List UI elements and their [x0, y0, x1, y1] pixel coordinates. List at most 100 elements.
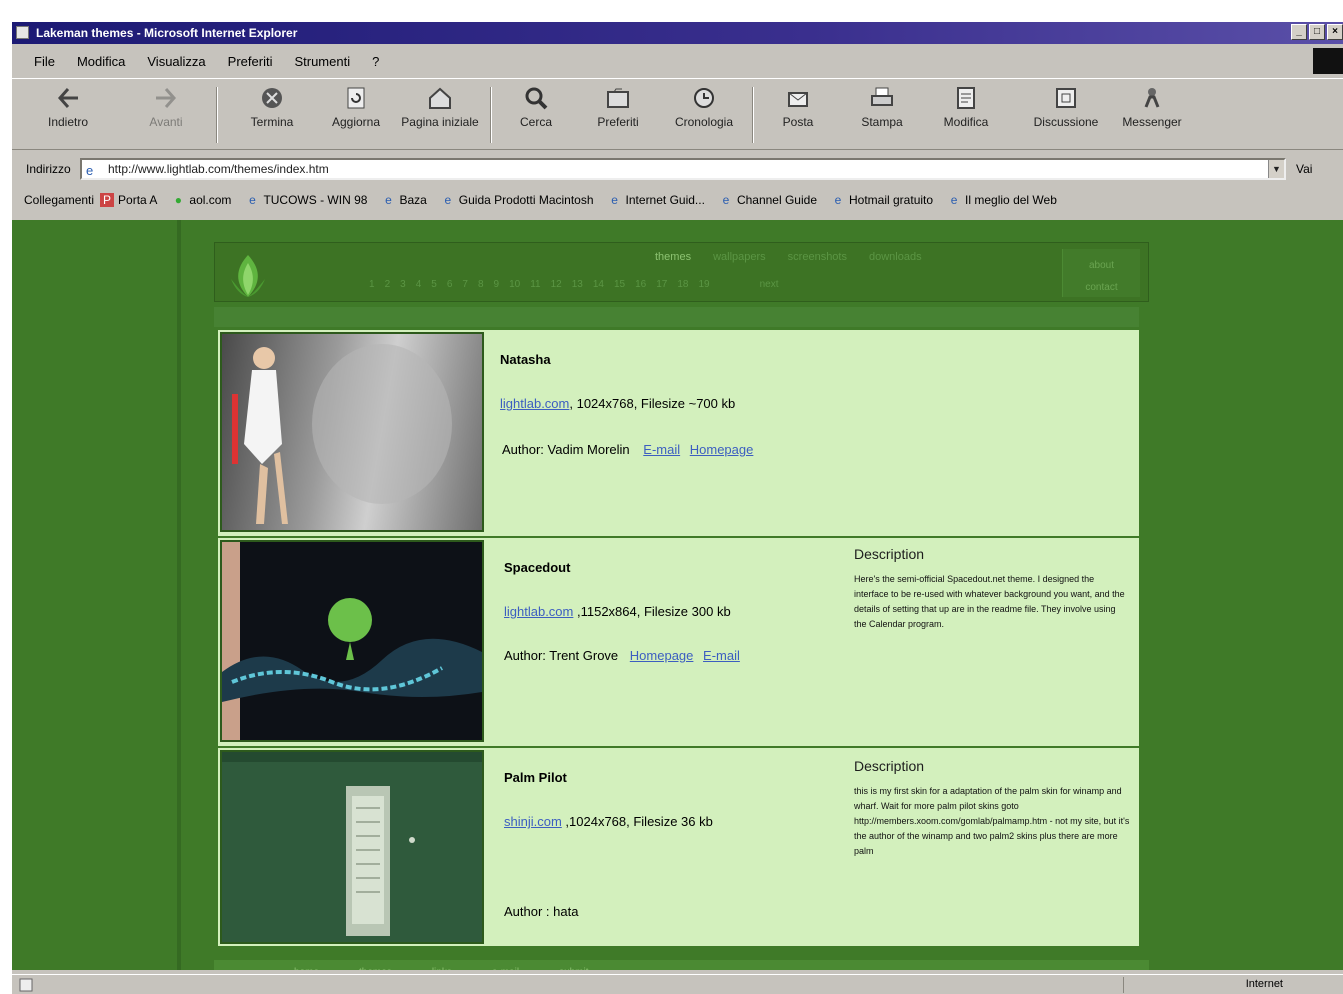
site-header: themes wallpapers screenshots downloads …: [214, 242, 1149, 302]
go-button[interactable]: Vai: [1296, 162, 1312, 176]
page-link[interactable]: 11: [530, 279, 540, 290]
page-link[interactable]: 12: [551, 279, 562, 290]
title-bar: Lakeman themes - Microsoft Internet Expl…: [12, 22, 1343, 44]
discuss-label: Discussione: [1033, 115, 1099, 129]
forward-button[interactable]: Avanti: [126, 85, 206, 129]
close-button[interactable]: ×: [1327, 24, 1343, 40]
history-button[interactable]: Cronologia: [664, 85, 744, 129]
email-link[interactable]: E-mail: [703, 648, 740, 663]
page-link[interactable]: 9: [494, 279, 500, 290]
page-link[interactable]: 15: [614, 279, 625, 290]
page-link[interactable]: 2: [385, 279, 391, 290]
description-text: Here's the semi-official Spacedout.net t…: [854, 574, 1125, 629]
page-link[interactable]: 7: [462, 279, 468, 290]
download-link[interactable]: lightlab.com: [504, 604, 573, 619]
link-item[interactable]: e Hotmail gratuito: [831, 193, 933, 207]
discuss-button[interactable]: Discussione: [1026, 85, 1106, 129]
link-page-icon: e: [385, 193, 392, 207]
page-content: themes wallpapers screenshots downloads …: [12, 220, 1343, 970]
download-link[interactable]: lightlab.com: [500, 396, 569, 411]
nav-downloads[interactable]: downloads: [869, 251, 922, 263]
description-heading: Description: [854, 758, 925, 774]
theme-thumbnail[interactable]: [220, 332, 484, 532]
theme-thumbnail[interactable]: [220, 540, 484, 742]
link-item[interactable]: e TUCOWS - WIN 98: [245, 193, 367, 207]
favorites-button[interactable]: Preferiti: [578, 85, 658, 129]
author-name: Author: Trent Grove: [504, 648, 619, 663]
address-input[interactable]: e http://www.lightlab.com/themes/index.h…: [80, 158, 1286, 180]
footer-link[interactable]: links: [432, 967, 452, 971]
page-link[interactable]: 10: [509, 279, 520, 290]
footer-link[interactable]: themes: [359, 967, 392, 971]
theme-list: Natasha lightlab.com, 1024x768, Filesize…: [218, 330, 1139, 948]
link-item[interactable]: e Internet Guid...: [608, 193, 705, 207]
menu-tools[interactable]: Strumenti: [294, 54, 350, 69]
theme-description: Description Here's the semi-official Spa…: [854, 546, 1130, 632]
menu-help[interactable]: ?: [372, 54, 379, 69]
page-link[interactable]: 17: [656, 279, 667, 290]
page-link[interactable]: 5: [431, 279, 437, 290]
messenger-label: Messenger: [1122, 115, 1182, 129]
page-link[interactable]: 3: [400, 279, 406, 290]
menu-favorites[interactable]: Preferiti: [228, 54, 273, 69]
page-link[interactable]: 18: [677, 279, 688, 290]
header-divider-bar: [214, 307, 1139, 327]
menu-bar: File Modifica Visualizza Preferiti Strum…: [12, 48, 1343, 74]
link-item[interactable]: ● aol.com: [171, 193, 232, 207]
nav-screenshots[interactable]: screenshots: [788, 251, 847, 263]
link-item[interactable]: e Il meglio del Web: [947, 193, 1057, 207]
link-item[interactable]: e Guida Prodotti Macintosh: [441, 193, 593, 207]
messenger-button[interactable]: Messenger: [1112, 85, 1192, 129]
toolbar-separator: [490, 87, 492, 143]
page-link[interactable]: 6: [447, 279, 453, 290]
footer-link[interactable]: e-mail: [492, 967, 519, 971]
download-link[interactable]: shinji.com: [504, 814, 562, 829]
print-button[interactable]: Stampa: [842, 85, 922, 129]
link-item[interactable]: e Baza: [381, 193, 427, 207]
nav-wallpapers[interactable]: wallpapers: [713, 251, 766, 263]
stop-button[interactable]: Termina: [232, 85, 312, 129]
address-label: Indirizzo: [26, 162, 71, 176]
theme-meta-text: ,1152x864, Filesize 300 kb: [573, 604, 731, 619]
space-scene-icon: [222, 542, 482, 740]
homepage-link[interactable]: Homepage: [630, 648, 694, 663]
page-link[interactable]: 8: [478, 279, 484, 290]
footer-link[interactable]: home: [294, 967, 319, 971]
chevron-down-icon[interactable]: ▼: [1268, 160, 1284, 178]
homepage-link[interactable]: Homepage: [690, 442, 754, 457]
theme-description: Description this is my first skin for a …: [854, 758, 1130, 859]
minimize-button[interactable]: _: [1291, 24, 1307, 40]
mail-button[interactable]: Posta: [758, 85, 838, 129]
link-item[interactable]: P Porta A: [100, 193, 157, 207]
theme-meta-text: ,1024x768, Filesize 36 kb: [561, 814, 713, 829]
page-link[interactable]: 14: [593, 279, 604, 290]
discuss-icon: [1056, 88, 1076, 108]
page-link[interactable]: 13: [572, 279, 583, 290]
menu-view[interactable]: Visualizza: [147, 54, 205, 69]
theme-title: Spacedout: [504, 560, 571, 575]
nav-themes[interactable]: themes: [655, 251, 691, 263]
side-link[interactable]: contact: [1063, 277, 1140, 299]
page-link[interactable]: 19: [698, 279, 709, 290]
menu-file[interactable]: File: [34, 54, 55, 69]
maximize-button[interactable]: □: [1309, 24, 1325, 40]
back-button[interactable]: Indietro: [28, 85, 108, 129]
figure-silhouette-icon: [232, 344, 452, 524]
page-link[interactable]: 16: [635, 279, 646, 290]
side-link[interactable]: about: [1063, 255, 1140, 277]
favorites-label: Preferiti: [597, 115, 639, 129]
email-link[interactable]: E-mail: [643, 442, 680, 457]
menu-edit[interactable]: Modifica: [77, 54, 125, 69]
next-page-link[interactable]: next: [760, 279, 779, 290]
edit-button[interactable]: Modifica: [926, 85, 1006, 129]
link-item[interactable]: e Channel Guide: [719, 193, 817, 207]
theme-title: Natasha: [500, 352, 551, 367]
theme-thumbnail[interactable]: [220, 750, 484, 944]
home-button[interactable]: Pagina iniziale: [400, 85, 480, 129]
search-button[interactable]: Cerca: [496, 85, 576, 129]
page-link[interactable]: 4: [416, 279, 422, 290]
footer-link[interactable]: submit: [559, 967, 588, 971]
page-link[interactable]: 1: [369, 279, 375, 290]
standard-toolbar: Indietro Avanti Termina Aggiorna Pagina …: [12, 78, 1343, 150]
refresh-button[interactable]: Aggiorna: [316, 85, 396, 129]
